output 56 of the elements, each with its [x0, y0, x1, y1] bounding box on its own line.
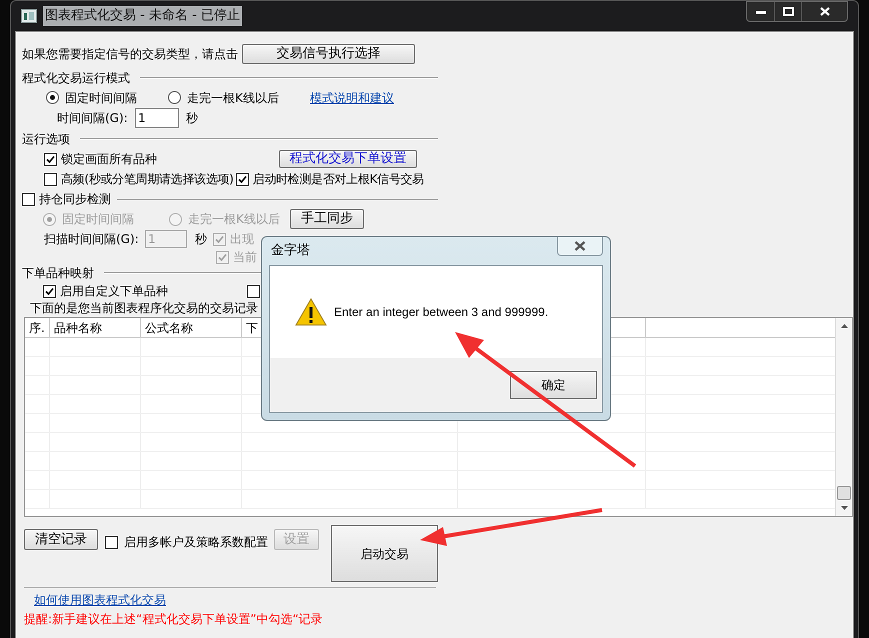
radio-label: 固定时间间隔 [65, 90, 137, 106]
checkbox[interactable] [43, 284, 56, 298]
group-title: 程式化交易运行模式 [22, 70, 130, 87]
close-icon [820, 7, 830, 16]
app-icon [21, 9, 37, 23]
tutorial-link[interactable]: 如何使用图表程式化交易 [34, 591, 166, 609]
checkbox[interactable] [44, 152, 57, 166]
column-header[interactable]: 公式名称 [145, 318, 193, 336]
minimize-icon [756, 10, 766, 14]
checkbox[interactable] [236, 172, 249, 186]
warning-icon [295, 298, 327, 326]
scrollbar[interactable] [835, 318, 852, 516]
unit-label: 秒 [186, 110, 198, 127]
dialog-title: 金字塔 [271, 242, 310, 260]
order-settings-button[interactable]: 程式化交易下单设置 [279, 150, 417, 168]
maximize-icon [782, 7, 794, 16]
column-header[interactable]: 品种名称 [54, 318, 102, 336]
interval-label: 时间间隔(G): [57, 110, 129, 127]
column-header[interactable]: 下 [246, 318, 258, 336]
column-header[interactable]: 序. [29, 318, 45, 336]
confirm-button[interactable]: 确定 [510, 371, 597, 399]
checkbox[interactable] [22, 192, 35, 206]
unit-label: 秒 [195, 231, 208, 248]
group-title: 持仓同步检测 [39, 191, 111, 208]
reminder-text: 提醒:新手建议在上述“程式化交易下单设置”中勾选“记录 [24, 612, 324, 626]
scroll-thumb[interactable] [837, 486, 851, 500]
checkbox-label: 启用自定义下单品种 [60, 283, 168, 300]
radio-label: 走完一根K线以后 [188, 211, 280, 228]
close-icon [574, 241, 586, 251]
dialog-message: Enter an integer between 3 and 999999. [334, 304, 548, 321]
interval-input[interactable]: 1 [135, 108, 179, 128]
checkbox[interactable] [105, 536, 118, 548]
help-link[interactable]: 模式说明和建议 [310, 88, 394, 106]
scan-label: 扫描时间间隔(G): [44, 231, 140, 248]
checkbox-label: 启动时检测是否对上根K信号交易 [252, 171, 424, 188]
checkbox-label: 锁定画面所有品种 [61, 151, 157, 168]
checkbox[interactable] [44, 172, 57, 186]
group-title: 下单品种映射 [22, 265, 94, 282]
checkbox-label: 当前 [233, 249, 257, 266]
checkbox-label: 出现 [230, 231, 254, 248]
window-title: 图表程式化交易 - 未命名 - 已停止 [43, 6, 242, 26]
records-caption: 下面的是您当前图表程序化交易的交易记录 [30, 300, 258, 317]
signal-select-button[interactable]: 交易信号执行选择 [242, 44, 415, 64]
checkbox-label: 启用多帐户及策略系数配置 [124, 534, 268, 551]
checkbox[interactable] [247, 284, 260, 298]
group-title: 运行选项 [22, 131, 70, 148]
prompt-text: 如果您需要指定信号的交易类型，请点击 [22, 46, 238, 63]
clear-records-button[interactable]: 清空记录 [24, 529, 98, 550]
radio-label: 固定时间间隔 [62, 211, 134, 228]
radio-button[interactable] [46, 91, 59, 104]
radio-label: 走完一根K线以后 [187, 90, 279, 106]
manual-sync-button[interactable]: 手工同步 [290, 209, 364, 229]
dialog-close-button[interactable] [557, 237, 603, 256]
radio-button[interactable] [168, 91, 181, 104]
checkbox-label: 高频(秒或分笔周期请选择该选项) [61, 171, 234, 188]
start-trading-button[interactable]: 启动交易 [331, 525, 438, 582]
